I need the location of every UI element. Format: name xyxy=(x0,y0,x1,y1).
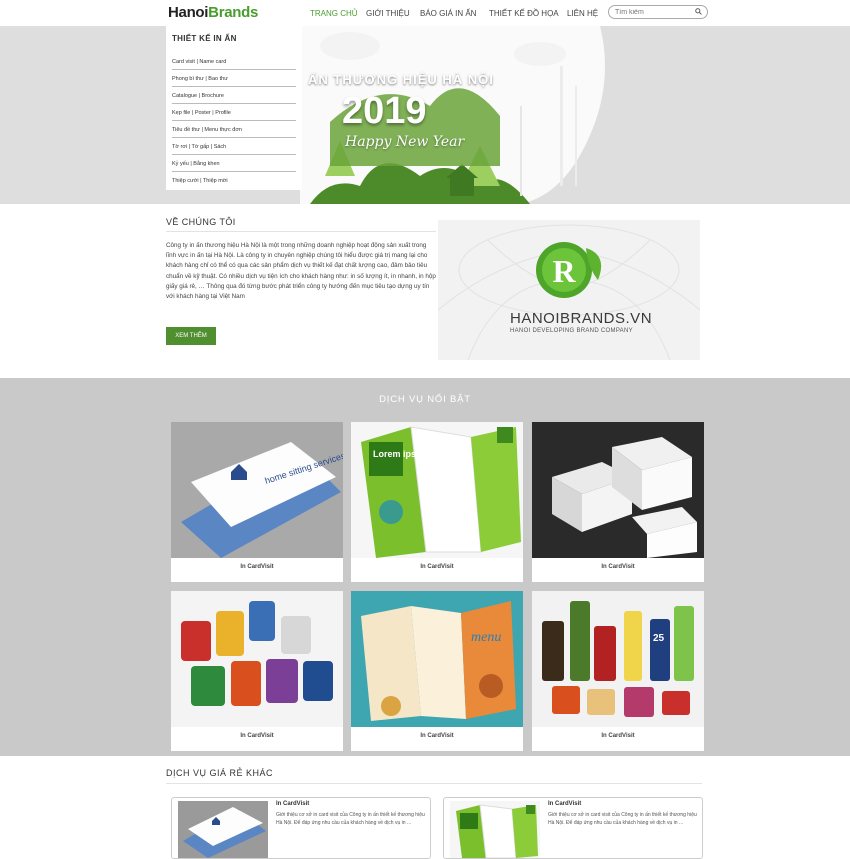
nav-about[interactable]: GIỚI THIỆU xyxy=(366,9,410,18)
service-image: menu xyxy=(351,591,523,727)
brand-tagline: HANOI DEVELOPING BRAND COMPANY xyxy=(510,328,633,334)
service-image: home sitting services xyxy=(171,422,343,558)
header: HanoiBrands TRANG CHỦ GIỚI THIỆU BÁO GIÁ… xyxy=(0,0,850,26)
other-service-desc: Giới thiệu cơ sở in card visit của Công … xyxy=(276,812,425,826)
nav-graphic-design[interactable]: THIẾT KẾ ĐỒ HỌA xyxy=(489,9,559,18)
service-caption: In CardVisit xyxy=(420,564,454,570)
card-image-text: 25 xyxy=(653,633,665,644)
other-service-title[interactable]: In CardVisit xyxy=(276,801,309,807)
service-caption: In CardVisit xyxy=(601,733,635,739)
card-image-text: Lorem ipsum xyxy=(373,449,430,459)
other-services-title: DỊCH VỤ GIÁ RẺ KHÁC xyxy=(166,768,274,778)
hero-banner: ẤN THƯƠNG HIỆU HÀ NỘI 2019 Happy New Yea… xyxy=(0,26,850,204)
service-caption: In CardVisit xyxy=(240,733,274,739)
category-item-card-visit[interactable]: Card visit | Name card xyxy=(172,59,296,70)
site-logo[interactable]: HanoiBrands xyxy=(168,4,258,21)
service-card[interactable]: In CardVisit xyxy=(532,422,704,582)
category-menu-title: THIẾT KẾ IN ẤN xyxy=(172,34,237,43)
brand-name: HANOIBRANDS.VN xyxy=(510,310,653,327)
service-image: Lorem ipsum xyxy=(351,422,523,558)
category-item-letterhead[interactable]: Tiêu đề thư | Menu thực đơn xyxy=(172,127,296,138)
nav-pricing[interactable]: BÁO GIÁ IN ẤN xyxy=(420,9,476,18)
other-service-thumb xyxy=(178,801,268,858)
brand-logo-graphic: R xyxy=(438,220,700,360)
category-item-envelope[interactable]: Phong bì thư | Bao thư xyxy=(172,76,296,87)
other-service-title[interactable]: In CardVisit xyxy=(548,801,581,807)
featured-services-title: DỊCH VỤ NỔI BẬT xyxy=(379,394,471,405)
about-text: Công ty in ấn thương hiệu Hà Nội là một … xyxy=(166,242,436,301)
category-item-flyer[interactable]: Tờ rơi | Tờ gấp | Sách xyxy=(172,144,296,155)
other-services-divider xyxy=(166,783,702,784)
other-service-thumb xyxy=(450,801,540,858)
other-service-desc: Giới thiệu cơ sở in card visit của Công … xyxy=(548,812,697,826)
svg-text:R: R xyxy=(552,253,576,289)
service-image xyxy=(532,422,704,558)
service-card[interactable]: 25 In CardVisit xyxy=(532,591,704,751)
service-card[interactable]: menu In CardVisit xyxy=(351,591,523,751)
service-image xyxy=(171,591,343,727)
search-box xyxy=(608,5,708,19)
hero-caption: ẤN THƯƠNG HIỆU HÀ NỘI xyxy=(308,72,494,87)
service-image: 25 xyxy=(532,591,704,727)
category-item-file-folder[interactable]: Kẹp file | Poster | Profile xyxy=(172,110,296,121)
read-more-button[interactable]: XEM THÊM xyxy=(166,327,216,345)
category-item-wedding-card[interactable]: Thiệp cưới | Thiệp mời xyxy=(172,178,296,188)
nav-home[interactable]: TRANG CHỦ xyxy=(310,9,358,18)
service-caption: In CardVisit xyxy=(420,733,454,739)
category-item-yearbook[interactable]: Kỷ yếu | Bằng khen xyxy=(172,161,296,172)
search-icon[interactable] xyxy=(695,8,702,15)
search-input[interactable] xyxy=(615,6,691,18)
service-caption: In CardVisit xyxy=(240,564,274,570)
service-caption: In CardVisit xyxy=(601,564,635,570)
category-item-catalogue[interactable]: Catalogue | Brochure xyxy=(172,93,296,104)
category-menu: THIẾT KẾ IN ẤN Card visit | Name card Ph… xyxy=(166,26,302,190)
card-image-text: menu xyxy=(471,630,501,645)
about-title: VỀ CHÚNG TÔI xyxy=(166,217,236,227)
logo-part2: Brands xyxy=(208,4,259,21)
logo-part1: Hanoi xyxy=(168,4,209,21)
brand-image: R HANOIBRANDS.VN HANOI DEVELOPING BRAND … xyxy=(438,220,700,360)
service-card[interactable]: Lorem ipsum In CardVisit xyxy=(351,422,523,582)
hero-year: 2019 xyxy=(342,90,427,132)
about-divider xyxy=(166,231,436,232)
featured-services: DỊCH VỤ NỔI BẬT home sitting services In… xyxy=(0,378,850,756)
service-card[interactable]: home sitting services In CardVisit xyxy=(171,422,343,582)
service-card[interactable]: In CardVisit xyxy=(171,591,343,751)
nav-contact[interactable]: LIÊN HỆ xyxy=(567,9,598,18)
hero-greeting: Happy New Year xyxy=(345,134,465,150)
